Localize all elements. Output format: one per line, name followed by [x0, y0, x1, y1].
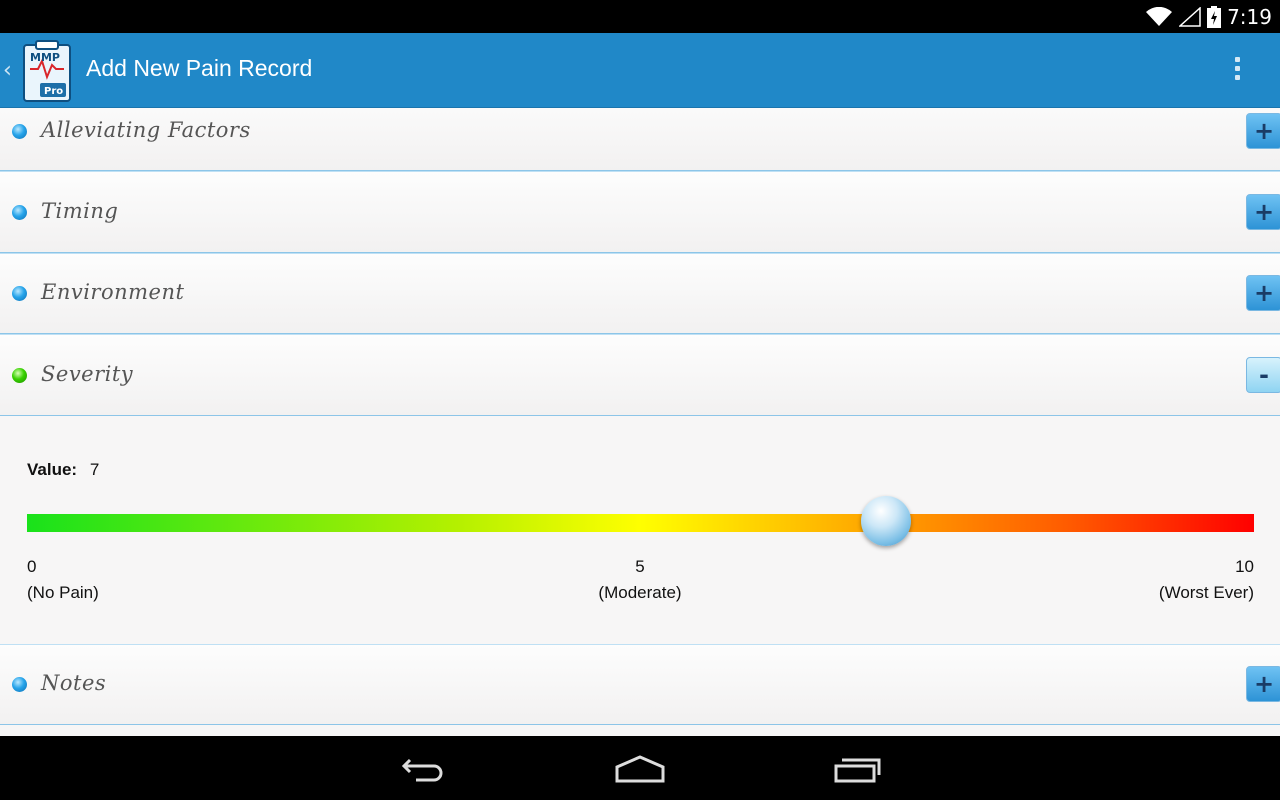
status-bar: 7:19: [0, 0, 1280, 33]
page-title: Add New Pain Record: [86, 55, 313, 81]
app-logo-icon[interactable]: MMP Pro: [22, 39, 74, 103]
tick-desc: (Worst Ever): [1158, 583, 1254, 602]
expand-button[interactable]: +: [1246, 113, 1280, 149]
action-bar: ‹ MMP Pro Add New Pain Record: [0, 33, 1280, 108]
overflow-menu-icon[interactable]: [1230, 57, 1244, 87]
battery-icon: [1207, 6, 1222, 28]
severity-panel: Value: 7 0 (No Pain) 5 (Moderate) 10 (Wo…: [0, 416, 1280, 644]
back-caret-icon[interactable]: ‹: [3, 58, 12, 83]
clock: 7:19: [1227, 5, 1272, 29]
section-label: Environment: [41, 280, 185, 304]
tick-min: 0 (No Pain): [27, 554, 99, 606]
back-icon[interactable]: [400, 756, 448, 782]
tick-desc: (No Pain): [27, 583, 99, 602]
recents-icon[interactable]: [832, 756, 882, 784]
section-severity[interactable]: Severity -: [0, 334, 1280, 416]
collapse-button[interactable]: -: [1246, 357, 1280, 393]
tick-value: 5: [635, 557, 645, 576]
expand-button[interactable]: +: [1246, 275, 1280, 311]
tick-mid: 5 (Moderate): [560, 554, 720, 606]
value-label: Value:: [27, 460, 78, 479]
wifi-icon: [1146, 7, 1173, 26]
section-label: Severity: [41, 362, 134, 386]
home-icon[interactable]: [614, 754, 666, 784]
collapsed-dot-icon: [12, 286, 27, 301]
severity-slider-track[interactable]: [27, 514, 1254, 532]
logo-badge: Pro: [44, 86, 63, 97]
section-environment[interactable]: Environment +: [0, 253, 1280, 334]
section-notes[interactable]: Notes +: [0, 644, 1280, 725]
collapsed-dot-icon: [12, 677, 27, 692]
severity-slider-thumb[interactable]: [860, 496, 911, 546]
section-label: Timing: [41, 199, 119, 223]
collapsed-dot-icon: [12, 124, 27, 139]
tick-value: 10: [1235, 557, 1254, 576]
section-label: Alleviating Factors: [41, 118, 251, 142]
record-form: Alleviating Factors + Timing + Environme…: [0, 108, 1280, 736]
expand-button[interactable]: +: [1246, 666, 1280, 702]
expand-button[interactable]: +: [1246, 194, 1280, 230]
system-nav-bar: [0, 736, 1280, 800]
tick-value: 0: [27, 557, 37, 576]
tick-max: 10 (Worst Ever): [1100, 554, 1254, 606]
value-row: Value: 7: [27, 460, 99, 480]
value-readout: 7: [89, 460, 100, 479]
section-alleviating-factors[interactable]: Alleviating Factors +: [0, 108, 1280, 171]
tick-desc: (Moderate): [598, 583, 682, 602]
logo-text: MMP: [30, 51, 60, 64]
signal-icon: [1179, 7, 1201, 27]
collapsed-dot-icon: [12, 205, 27, 220]
expanded-dot-icon: [12, 368, 27, 383]
section-label: Notes: [41, 671, 107, 695]
section-timing[interactable]: Timing +: [0, 171, 1280, 253]
